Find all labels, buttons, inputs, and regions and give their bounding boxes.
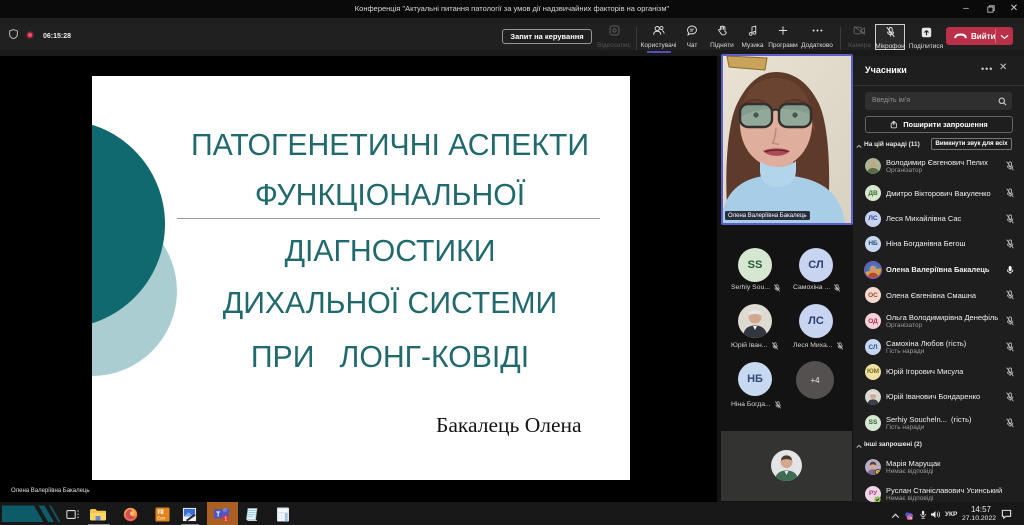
svg-text:Еол: Еол	[157, 516, 165, 521]
svg-text:1: 1	[224, 516, 227, 522]
svg-text:T: T	[216, 511, 221, 518]
svg-text:2: 2	[159, 510, 162, 515]
